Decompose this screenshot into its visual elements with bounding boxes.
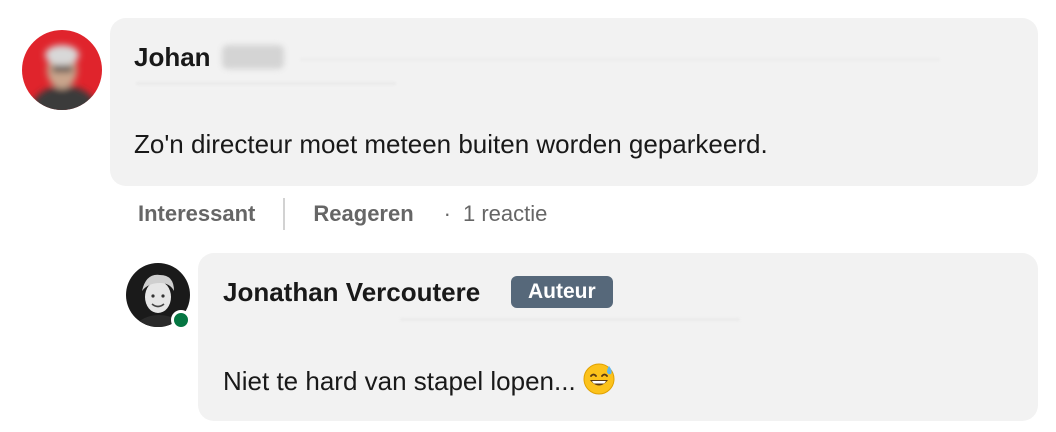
reply-author-headline-redacted [400,318,740,321]
comment-text: Zo'n directeur moet meteen buiten worden… [134,129,768,159]
commenter-avatar[interactable] [22,30,102,110]
commenter-headline-redacted [136,82,396,85]
grinning-face-with-sweat-icon [582,362,616,403]
reply-count[interactable]: 1 reactie [463,201,547,227]
comment-meta-redacted [300,58,940,61]
reply-text: Niet te hard van stapel lopen... [223,366,576,396]
comment-bubble [110,18,1038,186]
commenter-name[interactable]: Johan [134,42,211,72]
separator-dot: · [443,201,451,226]
commenter-lastname-redacted [222,45,284,69]
actions-divider [283,198,286,230]
reply-button[interactable]: Reageren [313,201,413,227]
comment-thread: Johan Zo'n directeur moet meteen buiten … [0,0,1056,432]
online-status-indicator [171,310,191,330]
comment-actions: Interessant Reageren · 1 reactie [138,196,547,232]
reply-author-name[interactable]: Jonathan Vercoutere [223,277,480,307]
interesting-button[interactable]: Interessant [138,201,255,227]
reply-text-line: Niet te hard van stapel lopen... [223,362,616,403]
author-badge: Auteur [511,276,613,308]
